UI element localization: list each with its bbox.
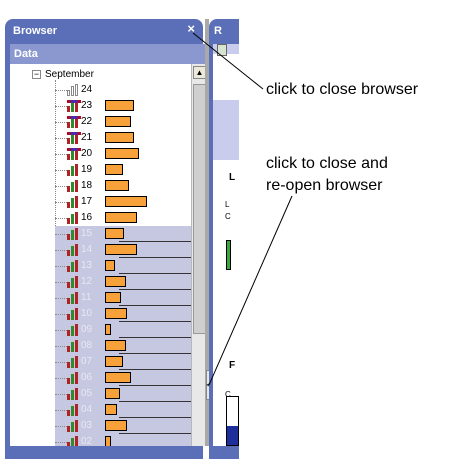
annotation-close-reopen-line2: re-open browser — [266, 177, 383, 194]
callout-leaders — [192, 32, 293, 386]
annotation-close-browser: click to close browser — [266, 81, 419, 98]
reopen-leader — [208, 195, 293, 386]
annotation-close-reopen-line1: click to close and — [266, 155, 388, 172]
close-browser-leader — [192, 32, 264, 90]
